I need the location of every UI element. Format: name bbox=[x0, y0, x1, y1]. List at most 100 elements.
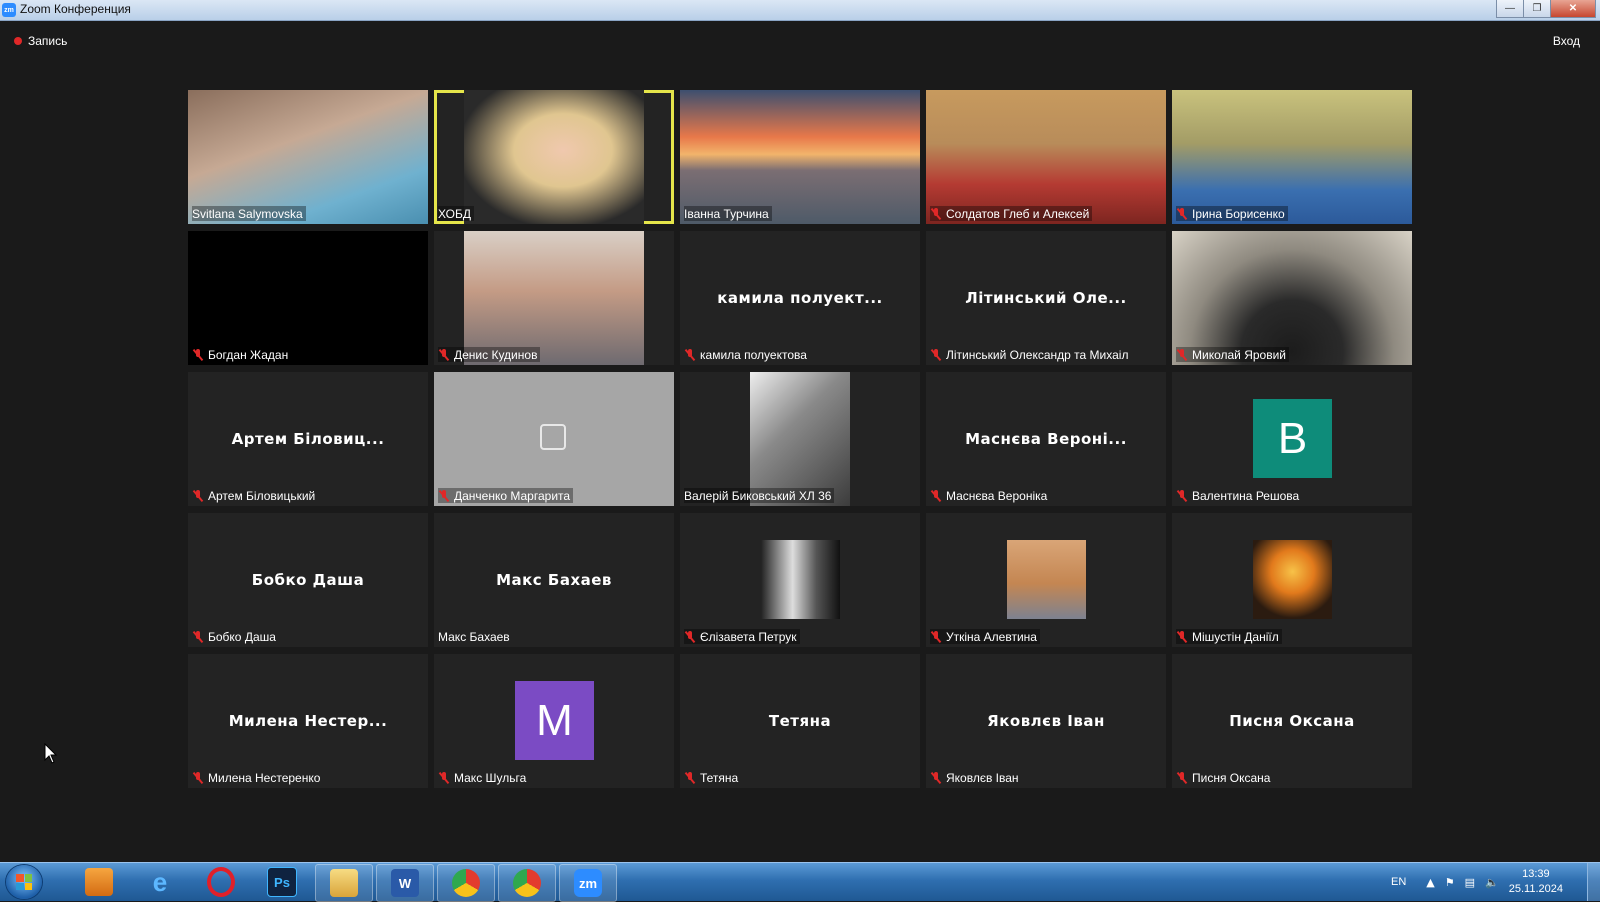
mic-muted-icon bbox=[1176, 207, 1188, 220]
recording-indicator[interactable]: Запись bbox=[14, 34, 67, 48]
participant-name: Милена Нестеренко bbox=[208, 770, 321, 785]
participant-tile[interactable]: ХОБД bbox=[434, 90, 674, 224]
participant-tile[interactable]: Валерій Биковський ХЛ 36 bbox=[680, 372, 920, 506]
taskbar-item[interactable] bbox=[315, 864, 373, 902]
participant-label: Артем Біловицький bbox=[192, 488, 318, 503]
participant-label: Макс Шульга bbox=[438, 770, 529, 785]
file-explorer-icon bbox=[330, 869, 358, 897]
participant-label: Єлізавета Петрук bbox=[684, 629, 800, 644]
participant-tile[interactable]: Миколай Яровий bbox=[1172, 231, 1412, 365]
mic-muted-icon bbox=[930, 489, 942, 502]
participant-name: Бобко Даша bbox=[208, 629, 276, 644]
participant-tile[interactable]: Денис Кудинов bbox=[434, 231, 674, 365]
participant-tile[interactable]: Літинський Оле... Літинський Олександр та… bbox=[926, 231, 1166, 365]
participant-tile[interactable]: Єлізавета Петрук bbox=[680, 513, 920, 647]
participant-video bbox=[464, 90, 644, 224]
taskbar-item[interactable]: W bbox=[376, 864, 434, 902]
taskbar-item[interactable] bbox=[71, 864, 127, 900]
chrome-icon bbox=[513, 869, 541, 897]
participant-label: Макс Бахаев bbox=[438, 629, 513, 644]
maximize-button[interactable]: ❐ bbox=[1523, 0, 1551, 18]
clock-date: 25.11.2024 bbox=[1508, 883, 1563, 895]
participant-display-name: Яковлєв Іван bbox=[987, 712, 1105, 730]
participant-tile[interactable]: Солдатов Глеб и Алексей bbox=[926, 90, 1166, 224]
participant-tile[interactable]: Артем Біловиц... Артем Біловицький bbox=[188, 372, 428, 506]
mic-muted-icon bbox=[930, 630, 942, 643]
participant-video bbox=[1172, 90, 1412, 224]
window-titlebar: zm Zoom Конференция — ❐ ✕ bbox=[0, 0, 1600, 21]
system-clock[interactable]: 13:39 25.11.2024 bbox=[1509, 867, 1563, 897]
taskbar-item[interactable] bbox=[498, 864, 556, 902]
participant-video bbox=[1007, 540, 1086, 619]
participant-video bbox=[1253, 540, 1332, 619]
participant-tile[interactable]: Писня Оксана Писня Оксана bbox=[1172, 654, 1412, 788]
participant-name: Svitlana Salymovska bbox=[192, 206, 303, 221]
participant-name: Макс Шульга bbox=[454, 770, 527, 785]
participant-tile[interactable]: Svitlana Salymovska bbox=[188, 90, 428, 224]
minimize-button[interactable]: — bbox=[1496, 0, 1524, 18]
participant-tile[interactable]: Макс Бахаев Макс Бахаев bbox=[434, 513, 674, 647]
media-player-icon bbox=[85, 868, 113, 896]
participant-tile[interactable]: Яковлєв Іван Яковлєв Іван bbox=[926, 654, 1166, 788]
mic-muted-icon bbox=[930, 207, 942, 220]
enter-button[interactable]: Вход bbox=[1553, 34, 1580, 48]
participant-tile[interactable]: камила полуект... камила полуектова bbox=[680, 231, 920, 365]
participant-video bbox=[188, 231, 428, 365]
participant-tile[interactable]: Уткіна Алевтина bbox=[926, 513, 1166, 647]
participant-tile[interactable]: Милена Нестер... Милена Нестеренко bbox=[188, 654, 428, 788]
participant-tile[interactable]: В Валентина Решова bbox=[1172, 372, 1412, 506]
participant-display-name: Артем Біловиц... bbox=[231, 430, 385, 448]
show-hidden-icons-icon[interactable]: ▲ bbox=[1426, 876, 1434, 889]
taskbar-item[interactable] bbox=[193, 864, 249, 900]
participant-label: Богдан Жадан bbox=[192, 347, 292, 362]
mic-muted-icon bbox=[1176, 630, 1188, 643]
internet-explorer-icon: e bbox=[152, 866, 168, 897]
gallery-grid: Svitlana Salymovska ХОБД Іванна Турчина Сол… bbox=[188, 90, 1414, 788]
mic-muted-icon bbox=[684, 630, 696, 643]
participant-tile[interactable]: Данченко Маргарита bbox=[434, 372, 674, 506]
participant-label: Іванна Турчина bbox=[684, 206, 772, 221]
language-indicator[interactable]: EN bbox=[1391, 876, 1406, 888]
taskbar-item[interactable]: Ps bbox=[254, 864, 310, 900]
participant-label: Миколай Яровий bbox=[1176, 347, 1290, 362]
participant-tile[interactable]: Бобко Даша Бобко Даша bbox=[188, 513, 428, 647]
participant-tile[interactable]: Ірина Борисенко bbox=[1172, 90, 1412, 224]
mic-muted-icon bbox=[1176, 489, 1188, 502]
start-button[interactable] bbox=[6, 865, 42, 899]
avatar-letter: M bbox=[515, 681, 594, 760]
word-icon: W bbox=[391, 869, 419, 897]
participant-name: Миколай Яровий bbox=[1192, 347, 1287, 362]
participant-video bbox=[188, 90, 428, 224]
participant-name: Солдатов Глеб и Алексей bbox=[946, 206, 1090, 221]
camera-off-icon bbox=[540, 424, 566, 450]
action-center-flag-icon[interactable]: ⚑ bbox=[1445, 876, 1455, 889]
window-title: Zoom Конференция bbox=[20, 2, 131, 16]
taskbar-item[interactable]: zm bbox=[559, 864, 617, 902]
mic-muted-icon bbox=[1176, 348, 1188, 361]
participant-name: Єлізавета Петрук bbox=[700, 629, 797, 644]
mic-muted-icon bbox=[1176, 771, 1188, 784]
taskbar-item[interactable] bbox=[437, 864, 495, 902]
taskbar-item[interactable]: e bbox=[132, 864, 188, 900]
participant-name: Уткіна Алевтина bbox=[946, 629, 1037, 644]
participant-tile[interactable]: Мішустін Даніїл bbox=[1172, 513, 1412, 647]
show-desktop-button[interactable] bbox=[1587, 863, 1600, 901]
participant-tile[interactable]: Маснєва Вероні... Маснєва Вероніка bbox=[926, 372, 1166, 506]
participant-name: камила полуектова bbox=[700, 347, 807, 362]
mic-muted-icon bbox=[930, 348, 942, 361]
participant-name: ХОБД bbox=[438, 206, 471, 221]
mic-muted-icon bbox=[192, 630, 204, 643]
participant-tile[interactable]: Богдан Жадан bbox=[188, 231, 428, 365]
participant-tile[interactable]: Тетяна Тетяна bbox=[680, 654, 920, 788]
participant-display-name: Тетяна bbox=[768, 712, 832, 730]
participant-label: Маснєва Вероніка bbox=[930, 488, 1050, 503]
participant-tile[interactable]: Іванна Турчина bbox=[680, 90, 920, 224]
network-icon[interactable]: ▤ bbox=[1465, 876, 1475, 889]
participant-name: Макс Бахаев bbox=[438, 629, 510, 644]
window-controls: — ❐ ✕ bbox=[1496, 0, 1596, 18]
volume-muted-icon[interactable]: 🔈 bbox=[1485, 876, 1499, 889]
avatar-letter: В bbox=[1253, 399, 1332, 478]
mic-muted-icon bbox=[684, 348, 696, 361]
participant-tile[interactable]: M Макс Шульга bbox=[434, 654, 674, 788]
close-button[interactable]: ✕ bbox=[1550, 0, 1596, 18]
